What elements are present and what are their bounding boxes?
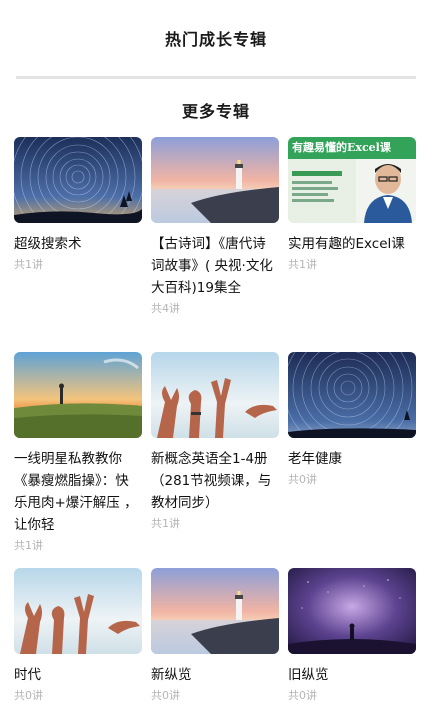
album-title: 新纵览 [151, 667, 192, 683]
hand-gestures-thumbnail [151, 352, 279, 438]
meadow-thumbnail [14, 352, 142, 438]
album-card[interactable]: 有趣易懂的Excel课 实用有趣的Excel课 共1讲 [288, 137, 416, 273]
hand-gestures-thumbnail [14, 568, 142, 654]
album-title: 时代 [14, 667, 41, 683]
star-trails-thumbnail [288, 352, 416, 438]
album-title: 实用有趣的Excel课 [288, 236, 405, 252]
album-lesson-count: 共4讲 [151, 302, 180, 315]
album-title: 旧纵览 [288, 667, 329, 683]
purple-sky-thumbnail [288, 568, 416, 654]
album-lesson-count: 共0讲 [288, 473, 317, 486]
album-card[interactable]: 时代 共0讲 [14, 568, 142, 704]
album-title: 超级搜索术 [14, 236, 82, 252]
lighthouse-thumbnail [151, 568, 279, 654]
excel-thumbnail-label: 有趣易懂的Excel课 [288, 137, 416, 159]
album-lesson-count: 共1讲 [288, 258, 317, 271]
lighthouse-thumbnail [151, 137, 279, 223]
album-lesson-count: 共1讲 [14, 539, 43, 552]
album-lesson-count: 共0讲 [151, 689, 180, 702]
album-card[interactable]: 超级搜索术 共1讲 [14, 137, 142, 273]
album-card[interactable]: 【古诗词】《唐代诗词故事》( 央视·文化大百科)19集全 共4讲 [151, 137, 279, 317]
album-lesson-count: 共0讲 [288, 689, 317, 702]
excel-course-thumbnail: 有趣易懂的Excel课 [288, 137, 416, 223]
album-card[interactable]: 新纵览 共0讲 [151, 568, 279, 704]
album-title: 老年健康 [288, 451, 342, 467]
album-card[interactable]: 一线明星私教教你《暴瘦燃脂操》：快乐甩肉+爆汗解压 ，让你轻 共1讲 [14, 352, 142, 554]
album-lesson-count: 共1讲 [14, 258, 43, 271]
album-title: 一线明星私教教你《暴瘦燃脂操》：快乐甩肉+爆汗解压 ，让你轻 [14, 451, 138, 533]
album-lesson-count: 共0讲 [14, 689, 43, 702]
album-lesson-count: 共1讲 [151, 517, 180, 530]
album-card[interactable]: 老年健康 共0讲 [288, 352, 416, 488]
star-trails-thumbnail [14, 137, 142, 223]
album-grid: 超级搜索术 共1讲 【古诗词】《唐代诗词故事》( 央视·文化大百科)19集全 共… [0, 0, 432, 720]
album-title: 新概念英语全1-4册（281节视频课，与教材同步） [151, 451, 272, 511]
album-card[interactable]: 新概念英语全1-4册（281节视频课，与教材同步） 共1讲 [151, 352, 279, 532]
album-title: 【古诗词】《唐代诗词故事》( 央视·文化大百科)19集全 [151, 236, 273, 296]
album-card[interactable]: 旧纵览 共0讲 [288, 568, 416, 704]
